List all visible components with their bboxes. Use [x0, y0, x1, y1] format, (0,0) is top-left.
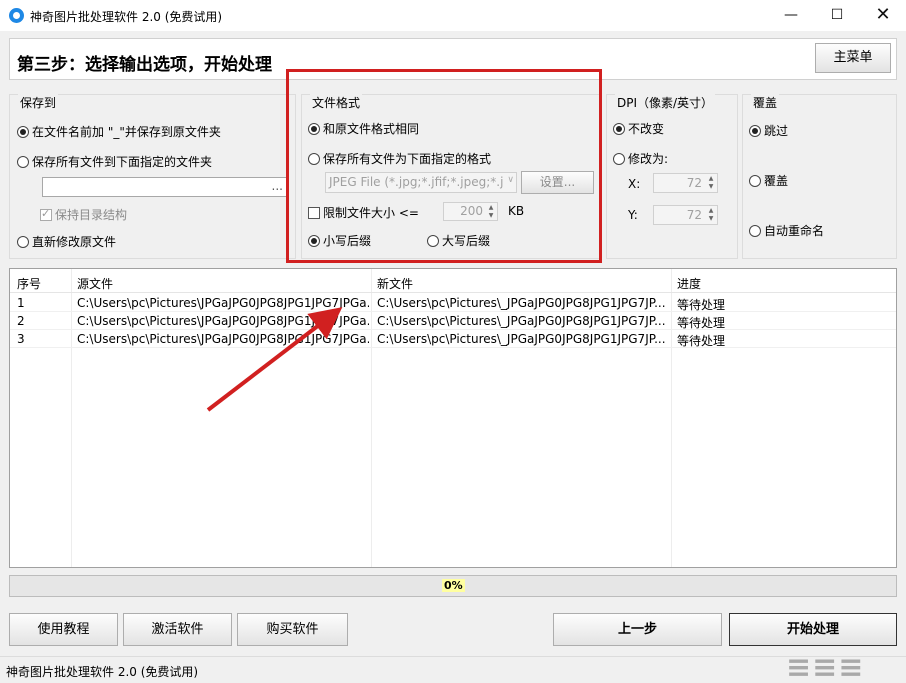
- annotation-highlight-box: [286, 69, 602, 263]
- source-file: C:\Users\pc\Pictures\JPGaJPG0JPG8JPG1JPG…: [77, 332, 369, 346]
- main-menu-button[interactable]: 主菜单: [815, 43, 891, 73]
- checkbox-icon: [40, 207, 52, 221]
- browse-button[interactable]: ...: [272, 179, 283, 193]
- row-status: 等待处理: [677, 316, 726, 330]
- radio-icon: [17, 126, 29, 138]
- minimize-icon[interactable]: —: [768, 0, 814, 31]
- dpi-x-stepper[interactable]: 72 ▲ ▼: [653, 173, 718, 193]
- close-icon[interactable]: ✕: [860, 0, 906, 31]
- dpi-title: DPI（像素/英寸）: [615, 94, 716, 111]
- radio-icon: [749, 125, 761, 137]
- spinner-icon[interactable]: ▲ ▼: [706, 175, 716, 191]
- keep-structure-checkbox[interactable]: 保持目录结构: [40, 206, 127, 223]
- watermark-logo: ≡≡≡: [786, 650, 865, 683]
- save-to-title: 保存到: [18, 94, 59, 111]
- column-header[interactable]: 源文件: [77, 275, 113, 292]
- list-header: 序号 源文件 新文件 进度: [10, 269, 896, 293]
- spinner-icon[interactable]: ▲ ▼: [706, 207, 716, 223]
- overwrite-original-option[interactable]: 直新修改原文件: [17, 233, 116, 250]
- table-row[interactable]: 1 C:\Users\pc\Pictures\JPGaJPG0JPG8JPG1J…: [10, 294, 896, 312]
- buy-button[interactable]: 购买软件: [237, 613, 348, 646]
- table-row[interactable]: 3 C:\Users\pc\Pictures\JPGaJPG0JPG8JPG1J…: [10, 330, 896, 348]
- radio-icon: [749, 175, 761, 187]
- dpi-change-option[interactable]: 修改为:: [613, 150, 668, 167]
- row-index: 2: [17, 314, 25, 328]
- radio-icon: [17, 156, 29, 168]
- column-header[interactable]: 进度: [677, 275, 701, 292]
- dpi-y-label: Y:: [628, 208, 638, 222]
- progress-bar: 0%: [9, 575, 897, 597]
- overwrite-cover-option[interactable]: 覆盖: [749, 172, 788, 189]
- new-file: C:\Users\pc\Pictures\_JPGaJPG0JPG8JPG1JP…: [377, 332, 666, 346]
- radio-icon: [17, 236, 29, 248]
- column-header[interactable]: 新文件: [377, 275, 413, 292]
- dpi-x-label: X:: [628, 177, 641, 191]
- status-text: 神奇图片批处理软件 2.0 (免费试用): [6, 665, 199, 679]
- radio-icon: [613, 153, 625, 165]
- new-file: C:\Users\pc\Pictures\_JPGaJPG0JPG8JPG1JP…: [377, 296, 666, 310]
- app-icon: [9, 8, 24, 23]
- source-file: C:\Users\pc\Pictures\JPGaJPG0JPG8JPG1JPG…: [77, 314, 369, 328]
- radio-icon: [749, 225, 761, 237]
- save-prefix-option[interactable]: 在文件名前加 "_"并保存到原文件夹: [17, 123, 221, 140]
- overwrite-title: 覆盖: [751, 94, 780, 111]
- window-title: 神奇图片批处理软件 2.0 (免费试用): [30, 10, 223, 24]
- overwrite-skip-option[interactable]: 跳过: [749, 122, 788, 139]
- progress-label: 0%: [442, 579, 465, 592]
- status-bar: 神奇图片批处理软件 2.0 (免费试用): [0, 656, 906, 683]
- activate-button[interactable]: 激活软件: [123, 613, 232, 646]
- radio-icon: [613, 123, 625, 135]
- row-index: 1: [17, 296, 25, 310]
- dpi-keep-option[interactable]: 不改变: [613, 120, 664, 137]
- source-file: C:\Users\pc\Pictures\JPGaJPG0JPG8JPG1JPG…: [77, 296, 369, 310]
- maximize-icon[interactable]: ☐: [814, 0, 860, 31]
- previous-step-button[interactable]: 上一步: [553, 613, 722, 646]
- column-header[interactable]: 序号: [17, 275, 41, 292]
- dpi-y-stepper[interactable]: 72 ▲ ▼: [653, 205, 718, 225]
- save-folder-option[interactable]: 保存所有文件到下面指定的文件夹: [17, 153, 212, 170]
- tutorial-button[interactable]: 使用教程: [9, 613, 118, 646]
- page-title: 第三步：选择输出选项，开始处理: [17, 55, 272, 75]
- title-bar: 神奇图片批处理软件 2.0 (免费试用) — ☐ ✕: [0, 0, 906, 31]
- overwrite-rename-option[interactable]: 自动重命名: [749, 222, 824, 239]
- new-file: C:\Users\pc\Pictures\_JPGaJPG0JPG8JPG1JP…: [377, 314, 666, 328]
- row-index: 3: [17, 332, 25, 346]
- row-status: 等待处理: [677, 298, 726, 312]
- folder-path-input[interactable]: ...: [42, 177, 288, 197]
- file-list[interactable]: 序号 源文件 新文件 进度 1 C:\Users\pc\Pictures\JPG…: [9, 268, 897, 568]
- table-row[interactable]: 2 C:\Users\pc\Pictures\JPGaJPG0JPG8JPG1J…: [10, 312, 896, 330]
- start-process-button[interactable]: 开始处理: [729, 613, 897, 646]
- row-status: 等待处理: [677, 334, 726, 348]
